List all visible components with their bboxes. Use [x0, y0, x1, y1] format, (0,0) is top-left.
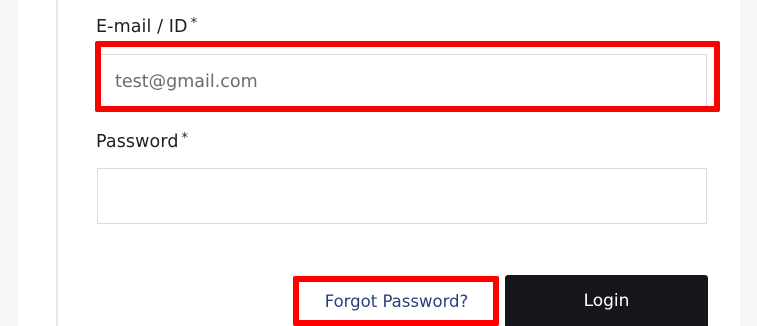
email-label-text: E-mail / ID — [96, 17, 188, 37]
login-button[interactable]: Login — [505, 275, 708, 326]
password-field[interactable] — [97, 168, 707, 224]
left-gutter — [0, 0, 18, 326]
email-required-mark: * — [190, 16, 198, 31]
login-page: E-mail / ID* Password* Forgot Password? … — [0, 0, 757, 326]
email-label: E-mail / ID * — [96, 16, 197, 37]
right-gutter — [740, 0, 757, 326]
password-label-text: Password — [96, 132, 179, 152]
password-label: Password * — [96, 131, 188, 152]
forgot-password-link[interactable]: Forgot Password? — [300, 281, 493, 321]
password-required-mark: * — [181, 131, 189, 146]
email-field[interactable] — [97, 54, 707, 110]
